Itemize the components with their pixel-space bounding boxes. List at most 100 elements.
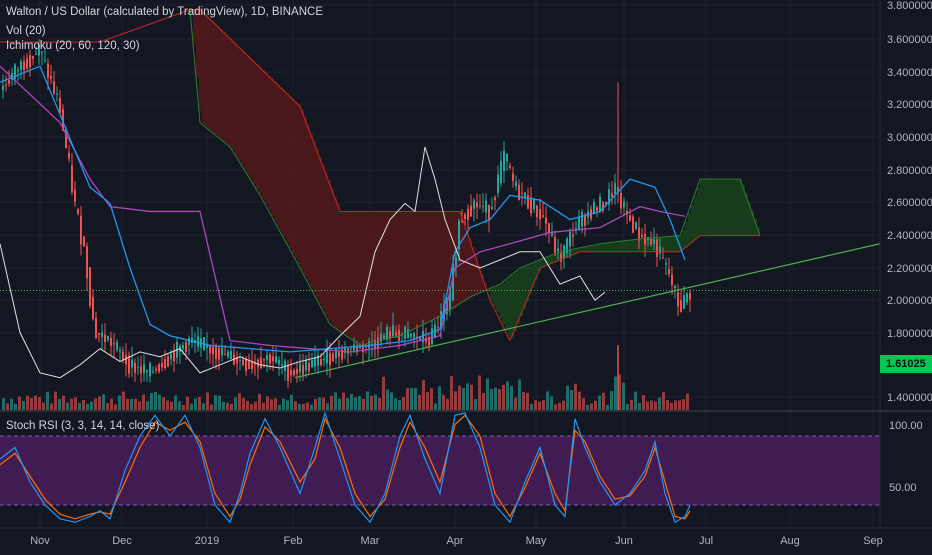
ichimoku-legend: Ichimoku (20, 60, 120, 30) bbox=[6, 40, 140, 52]
volume-bar bbox=[518, 379, 521, 410]
cloud-slice bbox=[493, 287, 496, 307]
price-tick-label: 2.000000 bbox=[887, 295, 932, 307]
volume-bar bbox=[670, 402, 673, 410]
volume-bar bbox=[594, 400, 597, 410]
candle-body bbox=[407, 329, 409, 339]
stoch-rsi-legend: Stoch RSI (3, 3, 14, 14, close) bbox=[6, 420, 160, 432]
volume-bar bbox=[298, 403, 301, 410]
cloud-slice bbox=[712, 179, 715, 236]
candle-body bbox=[614, 183, 616, 194]
candle-body bbox=[20, 61, 22, 70]
candle-body bbox=[113, 343, 115, 345]
candle-body bbox=[461, 220, 463, 222]
volume-bar bbox=[346, 398, 349, 410]
cloud-slice bbox=[223, 31, 226, 142]
candle-body bbox=[77, 209, 79, 214]
candle-body bbox=[533, 199, 535, 210]
time-tick-label: Mar bbox=[361, 535, 380, 547]
candle-body bbox=[59, 97, 61, 113]
volume-bar bbox=[2, 398, 5, 410]
candle-body bbox=[311, 359, 313, 367]
volume-bar bbox=[526, 392, 529, 410]
cloud-slice bbox=[259, 66, 262, 194]
candle-body bbox=[44, 59, 46, 61]
volume-bar bbox=[158, 394, 161, 410]
candle-body bbox=[572, 234, 574, 237]
cloud-slice bbox=[319, 156, 322, 304]
cloud-slice bbox=[274, 81, 277, 221]
volume-bar bbox=[430, 388, 433, 410]
volume-bar bbox=[362, 398, 365, 410]
cloud-slice bbox=[739, 179, 742, 236]
price-chart[interactable]: 3.800000 3.600000 3.400000 3.200000 3.000000… bbox=[0, 0, 932, 550]
candle-body bbox=[629, 215, 631, 221]
candle-body bbox=[239, 359, 241, 361]
volume-bar bbox=[222, 401, 225, 410]
candle-body bbox=[17, 69, 19, 71]
volume-bar bbox=[666, 400, 669, 410]
cloud-slice bbox=[202, 11, 205, 125]
candle-body bbox=[119, 349, 121, 352]
candle-body bbox=[35, 53, 37, 55]
candle-body bbox=[5, 84, 7, 86]
volume-bar bbox=[582, 398, 585, 410]
cloud-slice bbox=[466, 229, 469, 300]
volume-bar bbox=[466, 383, 469, 410]
volume-bar bbox=[574, 383, 577, 410]
price-tick-label: 3.800000 bbox=[887, 0, 932, 12]
volume-bar bbox=[510, 386, 513, 410]
cloud-slice bbox=[517, 270, 520, 324]
volume-bar bbox=[554, 404, 557, 410]
cloud-slice bbox=[673, 236, 676, 252]
volume-bar bbox=[390, 392, 393, 410]
last-price-badge: 1.61025 bbox=[880, 355, 932, 373]
cloud-slice bbox=[439, 211, 442, 317]
volume-bar bbox=[218, 395, 221, 410]
cloud-slice bbox=[634, 239, 637, 252]
candle-body bbox=[224, 354, 226, 356]
candle-body bbox=[488, 205, 490, 221]
candle-body bbox=[287, 364, 289, 381]
candle-body bbox=[515, 181, 517, 187]
volume-bar bbox=[146, 401, 149, 410]
volume-bar bbox=[338, 398, 341, 410]
cloud-slice bbox=[277, 84, 280, 227]
candle-body bbox=[413, 333, 415, 338]
cloud-slice bbox=[292, 98, 295, 254]
candle-body bbox=[131, 359, 133, 368]
candle-body bbox=[467, 208, 469, 220]
candle-body bbox=[338, 352, 340, 357]
candle-body bbox=[215, 346, 217, 360]
volume-bar bbox=[114, 404, 117, 410]
time-tick-label: Sep bbox=[863, 535, 883, 547]
volume-bar bbox=[58, 399, 61, 410]
cloud-slice bbox=[373, 211, 376, 343]
volume-bar bbox=[458, 385, 461, 410]
volume-bar bbox=[562, 400, 565, 410]
volume-bar bbox=[250, 404, 253, 410]
volume-bar bbox=[78, 402, 81, 410]
volume-bar bbox=[590, 403, 593, 410]
volume-bar bbox=[86, 403, 89, 410]
candle-body bbox=[101, 332, 103, 337]
cloud-slice bbox=[346, 211, 349, 336]
volume-bar bbox=[406, 387, 409, 410]
cloud-slice bbox=[424, 211, 427, 325]
volume-bar bbox=[54, 391, 57, 410]
candle-body bbox=[578, 216, 580, 230]
volume-bar bbox=[494, 387, 497, 410]
volume-bar bbox=[654, 401, 657, 410]
volume-bar bbox=[450, 376, 453, 410]
price-tick-label: 1.800000 bbox=[887, 328, 932, 340]
candle-body bbox=[650, 238, 652, 245]
candle-body bbox=[29, 55, 31, 68]
candle-body bbox=[542, 215, 544, 217]
cloud-slice bbox=[337, 203, 340, 330]
time-tick-label: Nov bbox=[30, 535, 50, 547]
time-tick-label: Aug bbox=[780, 535, 800, 547]
volume-bar bbox=[174, 395, 177, 410]
volume-bar bbox=[462, 387, 465, 410]
volume-bar bbox=[442, 394, 445, 410]
cloud-slice bbox=[286, 92, 289, 243]
cloud-slice bbox=[589, 245, 592, 252]
